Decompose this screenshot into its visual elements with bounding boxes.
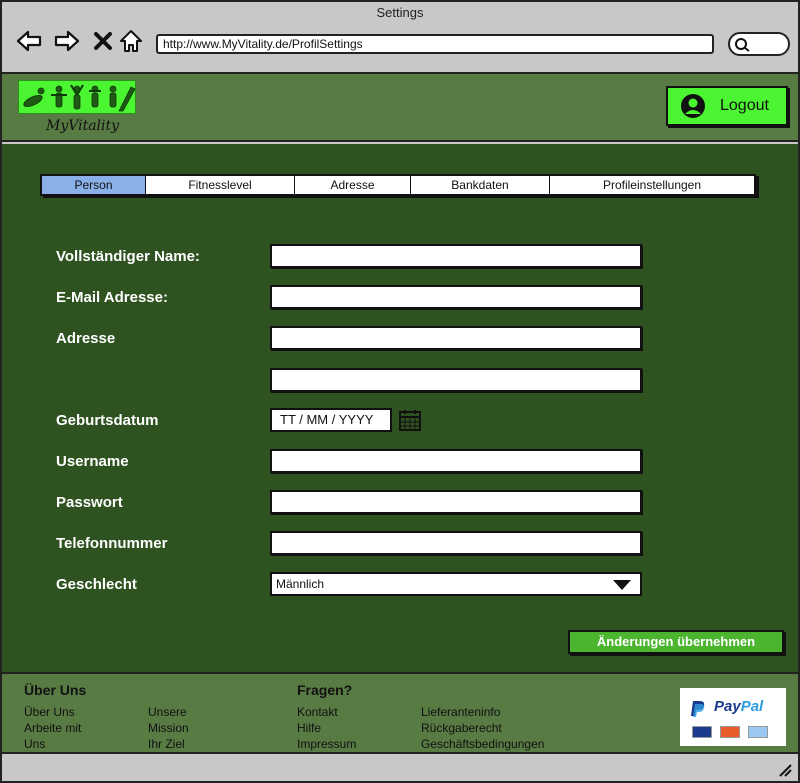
name-label: Vollständiger Name: [56, 248, 200, 265]
phone-label: Telefonnummer [56, 535, 168, 552]
url-field[interactable]: http://www.MyVitality.de/ProfilSettings [156, 34, 714, 54]
status-bar [2, 756, 798, 781]
footer-link-unsere[interactable]: Unsere [148, 704, 187, 720]
tab-bar: Person Fitnesslevel Adresse Bankdaten Pr… [40, 174, 756, 196]
gender-label: Geschlecht [56, 576, 137, 593]
paypal-wordmark-pay: Pay [714, 698, 741, 715]
password-label: Passwort [56, 494, 123, 511]
mastercard-icon [720, 726, 740, 738]
calendar-icon[interactable] [398, 408, 422, 432]
logo[interactable]: MyVitality [18, 80, 138, 138]
about-heading: Über Uns [24, 682, 87, 698]
footer-link-ihr-ziel[interactable]: Ihr Ziel [148, 736, 185, 752]
paypal-logo-icon [691, 701, 705, 717]
dropdown-triangle-icon [613, 580, 631, 590]
address-label: Adresse [56, 330, 116, 347]
amex-card-icon [748, 726, 768, 738]
username-label: Username [56, 453, 129, 470]
birthdate-label: Geburtsdatum [56, 412, 159, 429]
payment-cards [692, 726, 768, 738]
footer-link-mission[interactable]: Mission [148, 720, 189, 736]
visa-card-icon [692, 726, 712, 738]
footer-link-geschaeftsbedingungen[interactable]: Geschäftsbedingungen [421, 736, 544, 752]
forward-arrow-icon[interactable] [54, 28, 80, 54]
footer: Über Uns Über Uns Arbeite mit Uns Unsere… [2, 672, 798, 754]
tab-person[interactable]: Person [42, 176, 146, 194]
email-input[interactable] [270, 285, 642, 309]
footer-link-lieferanteninfo[interactable]: Lieferanteninfo [421, 704, 500, 720]
footer-link-impressum[interactable]: Impressum [297, 736, 356, 752]
logo-image [18, 80, 136, 114]
footer-link-hilfe[interactable]: Hilfe [297, 720, 321, 736]
apply-changes-button[interactable]: Änderungen übernehmen [568, 630, 784, 654]
phone-input[interactable] [270, 531, 642, 555]
tab-fitnesslevel[interactable]: Fitnesslevel [146, 176, 295, 194]
home-icon[interactable] [118, 28, 144, 54]
address-line1-input[interactable] [270, 326, 642, 350]
browser-search-field[interactable] [728, 32, 790, 56]
user-avatar-icon [681, 94, 705, 118]
password-input[interactable] [270, 490, 642, 514]
name-input[interactable] [270, 244, 642, 268]
browser-toolbar: http://www.MyVitality.de/ProfilSettings [2, 24, 798, 70]
tab-bankdaten[interactable]: Bankdaten [411, 176, 550, 194]
paypal-wordmark-pal: Pal [740, 698, 764, 715]
paypal-badge[interactable]: PayPal [680, 688, 786, 746]
logout-button[interactable]: Logout [666, 86, 788, 126]
logout-label: Logout [720, 97, 769, 114]
resize-grip-icon[interactable] [778, 763, 792, 777]
footer-link-rueckgaberecht[interactable]: Rückgaberecht [421, 720, 502, 736]
logo-text: MyVitality [46, 118, 120, 134]
search-icon [735, 38, 750, 52]
paypal-wordmark: PayPal [714, 698, 763, 715]
footer-link-ueber-uns[interactable]: Über Uns [24, 704, 75, 720]
window-title: Settings [376, 5, 424, 20]
gender-selected-value: Männlich [276, 577, 325, 591]
footer-link-arbeite-mit[interactable]: Arbeite mit [24, 720, 81, 736]
fitness-figures-icon [23, 84, 136, 112]
email-label: E-Mail Adresse: [56, 289, 168, 306]
birthdate-input[interactable]: TT / MM / YYYY [270, 408, 392, 432]
tab-profileinstellungen[interactable]: Profileinstellungen [550, 176, 754, 194]
address-line2-input[interactable] [270, 368, 642, 392]
gender-select[interactable]: Männlich [270, 572, 642, 596]
footer-link-kontakt[interactable]: Kontakt [297, 704, 338, 720]
tab-adresse[interactable]: Adresse [295, 176, 411, 194]
stop-x-icon[interactable] [90, 28, 116, 54]
main-content: Person Fitnesslevel Adresse Bankdaten Pr… [2, 144, 798, 672]
footer-link-uns[interactable]: Uns [24, 736, 45, 752]
back-arrow-icon[interactable] [16, 28, 42, 54]
app-header: MyVitality Logout [2, 72, 798, 142]
questions-heading: Fragen? [297, 682, 353, 698]
username-input[interactable] [270, 449, 642, 473]
